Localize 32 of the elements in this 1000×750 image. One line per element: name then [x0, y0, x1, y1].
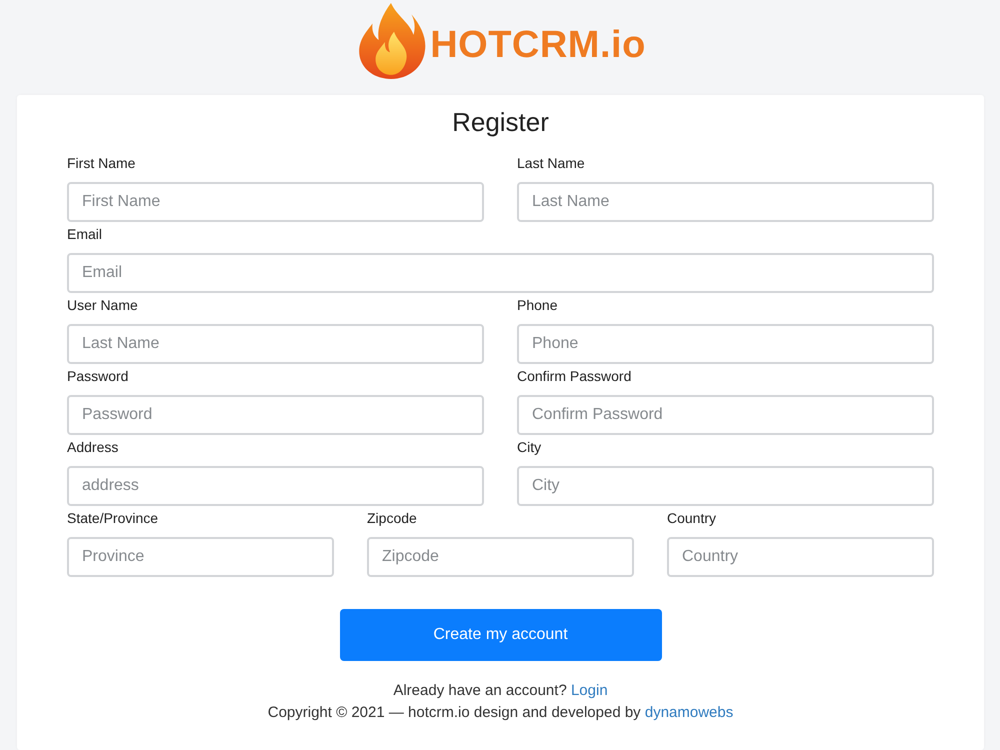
create-account-button[interactable]: Create my account	[340, 609, 662, 661]
field-label: Email	[67, 225, 104, 244]
input-field[interactable]: Phone	[517, 324, 934, 364]
input-field[interactable]: Last Name	[67, 324, 484, 364]
field-label: Address	[67, 438, 120, 457]
field-label: Phone	[517, 296, 558, 315]
field-label: First Name	[67, 154, 136, 173]
field-label: Last Name	[517, 154, 586, 173]
field-label: City	[517, 438, 542, 457]
input-field[interactable]: address	[67, 466, 484, 506]
input-field[interactable]: Password	[67, 395, 484, 435]
input-field[interactable]: First Name	[67, 182, 484, 222]
field-label: Password	[67, 367, 130, 386]
input-field[interactable]: Country	[667, 537, 934, 577]
field-label: Confirm Password	[517, 367, 632, 386]
credit-link[interactable]: dynamowebs	[644, 704, 734, 721]
input-field[interactable]: Zipcode	[367, 537, 634, 577]
input-field[interactable]: City	[517, 466, 934, 506]
copyright-text: Copyright © 2021 — hotcrm.io design and developed by dynamowebs	[266, 703, 734, 723]
logo-text: HOTCRM.io	[430, 26, 646, 68]
field-label: User Name	[67, 296, 139, 315]
form-title: Register	[451, 106, 550, 139]
login-prompt: Already have an account? Login	[392, 681, 609, 701]
flame-icon	[356, 2, 428, 80]
field-label: Country	[667, 509, 718, 528]
login-link[interactable]: Login	[570, 682, 608, 699]
input-field[interactable]: Email	[67, 253, 934, 293]
input-field[interactable]: Confirm Password	[517, 395, 934, 435]
field-label: State/Province	[67, 509, 160, 528]
input-field[interactable]: Province	[67, 537, 334, 577]
field-label: Zipcode	[367, 509, 418, 528]
input-field[interactable]: Last Name	[517, 182, 934, 222]
